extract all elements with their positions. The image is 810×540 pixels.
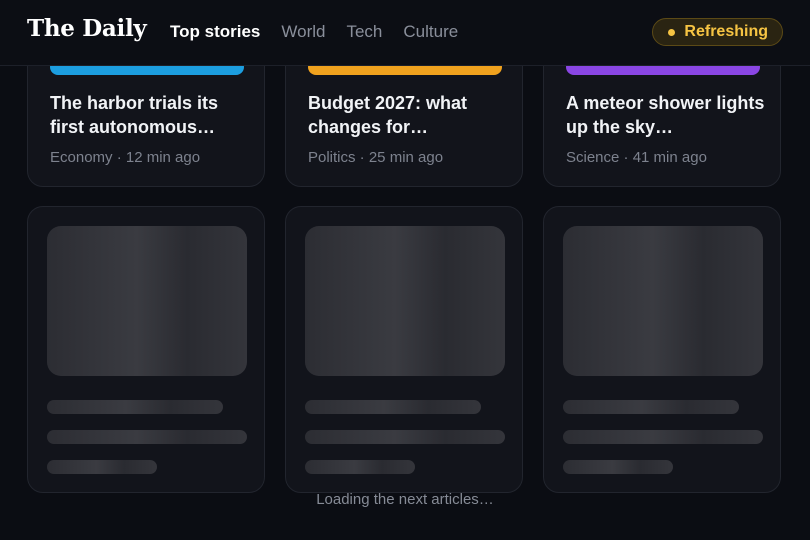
skeleton-card bbox=[27, 206, 265, 493]
skeleton-card bbox=[543, 206, 781, 493]
article-meta: Science · 41 min ago bbox=[566, 149, 707, 166]
skeleton-line bbox=[563, 460, 673, 474]
article-meta: Politics · 25 min ago bbox=[308, 149, 444, 166]
status-label: Refreshing bbox=[684, 23, 768, 40]
article-headline: A meteor shower lights up the sky… bbox=[566, 93, 765, 137]
skeleton-image bbox=[563, 226, 763, 376]
section-nav: Top stories World Tech Culture bbox=[170, 22, 458, 42]
nav-tab-top-stories[interactable]: Top stories bbox=[170, 22, 260, 42]
brand-logo[interactable]: The Daily bbox=[27, 15, 147, 42]
skeleton-line bbox=[47, 400, 223, 414]
skeleton-line bbox=[305, 400, 481, 414]
skeleton-image bbox=[305, 226, 505, 376]
article-meta: Economy · 12 min ago bbox=[50, 149, 201, 166]
refresh-status-badge: Refreshing bbox=[652, 18, 783, 46]
skeleton-line bbox=[47, 430, 247, 444]
skeleton-line bbox=[305, 430, 505, 444]
skeleton-line bbox=[563, 430, 763, 444]
status-dot-icon bbox=[668, 28, 676, 36]
skeleton-line bbox=[47, 460, 157, 474]
article-headline: The harbor trials its first autonomous… bbox=[50, 93, 219, 137]
skeleton-card bbox=[285, 206, 523, 493]
loading-status-text: Loading the next articles… bbox=[316, 491, 494, 508]
nav-tab-tech[interactable]: Tech bbox=[346, 22, 382, 42]
skeleton-line bbox=[305, 460, 415, 474]
skeleton-line bbox=[563, 400, 739, 414]
nav-tab-world[interactable]: World bbox=[281, 22, 325, 42]
nav-tab-culture[interactable]: Culture bbox=[403, 22, 458, 42]
top-bar: The Daily Top stories World Tech Culture… bbox=[0, 0, 810, 66]
skeleton-image bbox=[47, 226, 247, 376]
article-headline: Budget 2027: what changes for… bbox=[308, 93, 468, 137]
